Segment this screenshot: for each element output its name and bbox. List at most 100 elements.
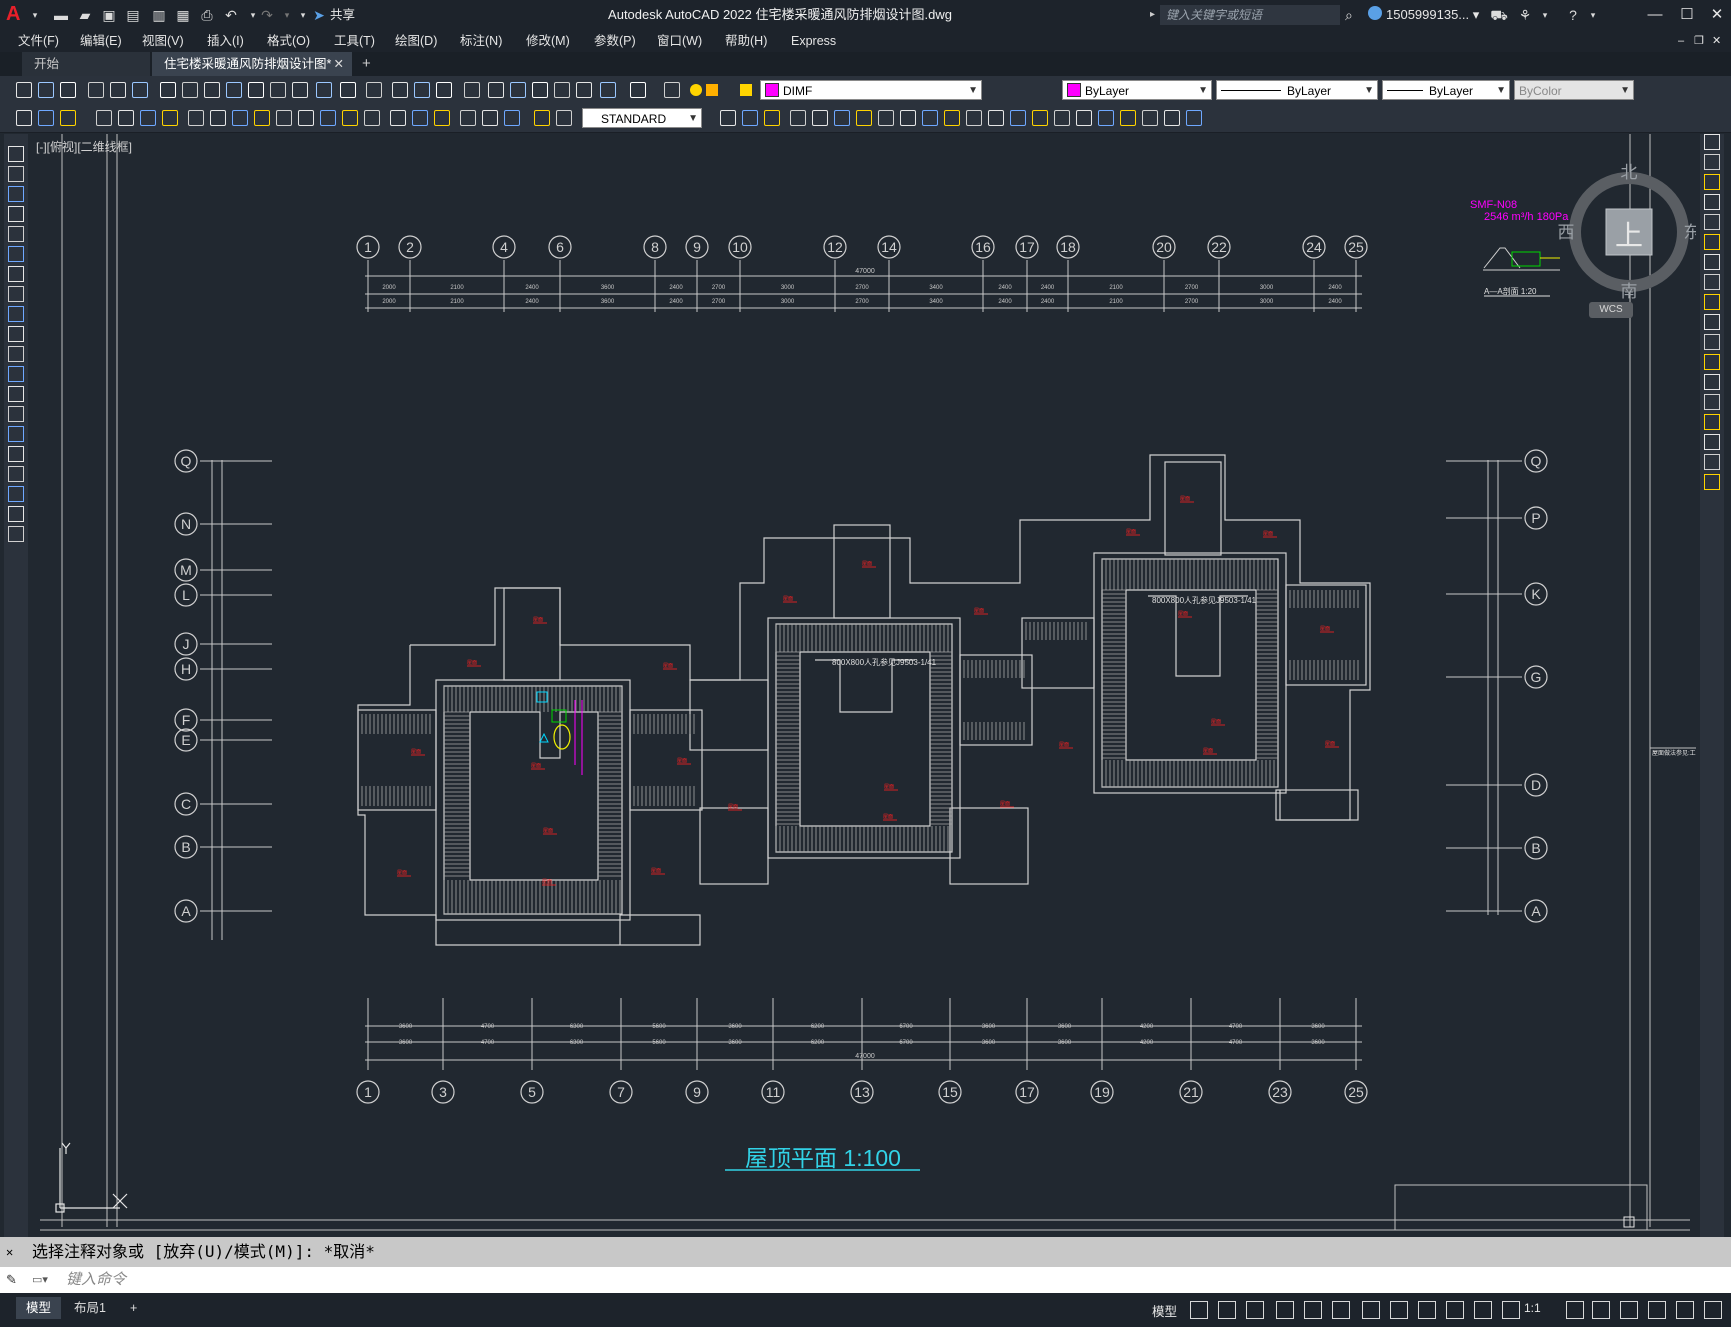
chamfer-icon[interactable] [1704, 414, 1720, 430]
autodesk-app-icon[interactable]: ⚘ [1516, 5, 1534, 25]
layer-iso-icon[interactable] [664, 82, 680, 98]
new-file-icon[interactable]: ▬ [52, 5, 70, 25]
measure-icon[interactable] [1142, 110, 1158, 126]
undo-icon[interactable]: ↶ [222, 5, 240, 25]
share-icon[interactable]: ➤ [310, 5, 328, 25]
redo-icon[interactable] [292, 82, 308, 98]
erase-icon[interactable] [1704, 134, 1720, 150]
dim-space-icon[interactable] [276, 110, 292, 126]
line-icon[interactable] [8, 146, 24, 162]
draw-order-icon[interactable] [1054, 110, 1070, 126]
layer-select[interactable]: DIMF ▼ [760, 80, 982, 100]
open-icon[interactable] [38, 82, 54, 98]
dim-continue-icon[interactable] [254, 110, 270, 126]
ungroup-icon[interactable] [1032, 110, 1048, 126]
dim-jogged-icon[interactable] [140, 110, 156, 126]
trim-icon[interactable] [856, 110, 872, 126]
fillet-icon[interactable] [966, 110, 982, 126]
mirror-icon[interactable] [1704, 174, 1720, 190]
menu-help[interactable]: 帮助(H) [725, 30, 767, 52]
layer-state-icon[interactable] [600, 82, 616, 98]
hardware-acceleration-icon[interactable] [1648, 1301, 1666, 1319]
command-close-icon[interactable]: ✕ [6, 1237, 13, 1267]
viewcube-south[interactable]: 南 [1621, 282, 1638, 301]
insert-block-icon[interactable] [8, 366, 24, 382]
walk-icon[interactable] [1098, 110, 1114, 126]
web-save-icon[interactable]: ▦ [174, 5, 192, 25]
grid-icon[interactable] [1190, 1301, 1208, 1319]
move-icon[interactable] [1704, 234, 1720, 250]
doc-minimize-button[interactable]: – [1678, 30, 1684, 52]
copy-icon[interactable] [534, 110, 550, 126]
offset-icon[interactable] [1704, 194, 1720, 210]
layout1-tab[interactable]: 布局1 [64, 1297, 116, 1319]
undo-icon[interactable] [270, 82, 286, 98]
tolerance-icon[interactable] [320, 110, 336, 126]
paste-icon[interactable] [204, 82, 220, 98]
menu-parametric[interactable]: 参数(P) [594, 30, 636, 52]
fillet-icon[interactable] [1704, 434, 1720, 450]
open-file-icon[interactable]: ▰ [76, 5, 94, 25]
viewcube-east[interactable]: 东 [1684, 223, 1697, 242]
markup-icon[interactable] [510, 82, 526, 98]
autocad-logo-icon[interactable]: A [6, 3, 28, 25]
object-snap-tracking-icon[interactable] [1362, 1301, 1380, 1319]
scale-icon[interactable] [812, 110, 828, 126]
view-icon[interactable] [1186, 110, 1202, 126]
menu-edit[interactable]: 编辑(E) [80, 30, 122, 52]
multiline-text-icon[interactable] [8, 506, 24, 522]
app-dropdown-icon[interactable]: ▾ [1536, 5, 1554, 25]
array-icon[interactable] [1704, 214, 1720, 230]
quick-dim-icon[interactable] [210, 110, 226, 126]
zoom-previous-icon[interactable] [392, 82, 408, 98]
center-mark-icon[interactable] [342, 110, 358, 126]
copy-object-icon[interactable] [1704, 154, 1720, 170]
dim-diameter-icon[interactable] [162, 110, 178, 126]
layer-lock-icon[interactable] [740, 84, 752, 96]
zoom-realtime-icon[interactable] [340, 82, 356, 98]
arc-icon[interactable] [8, 246, 24, 262]
break-at-point-icon[interactable] [1704, 354, 1720, 370]
menu-tools[interactable]: 工具(T) [334, 30, 375, 52]
command-recent-icon[interactable]: ▭▾ [32, 1267, 48, 1293]
dim-baseline-icon[interactable] [232, 110, 248, 126]
region-icon[interactable] [8, 466, 24, 482]
layer-properties-icon[interactable] [576, 82, 592, 98]
roof-plan-drawing[interactable]: 1 2 4 6 8 9 10 12 14 16 17 18 20 22 24 25 1 3 5 7 9 11 13 15 17… [30, 134, 1696, 1237]
command-customize-icon[interactable]: ✎ [6, 1267, 17, 1293]
gradient-icon[interactable] [8, 446, 24, 462]
viewport-controls[interactable]: [-][俯视][二维线框] [36, 138, 132, 155]
extend-icon[interactable] [878, 110, 894, 126]
erase-icon[interactable] [504, 110, 520, 126]
viewcube-face[interactable]: 上 [1615, 220, 1643, 251]
transparency-icon[interactable] [1446, 1301, 1464, 1319]
save-icon[interactable]: ▣ [100, 5, 118, 25]
redo-icon[interactable]: ↷ [258, 5, 276, 25]
help-dropdown-icon[interactable]: ▾ [1584, 5, 1602, 25]
command-input[interactable]: 键入命令 [66, 1267, 126, 1293]
model-layout-tab[interactable]: 模型 [16, 1297, 62, 1319]
tab-start[interactable]: 开始 [22, 52, 150, 76]
menu-view[interactable]: 视图(V) [142, 30, 184, 52]
polar-icon[interactable] [1304, 1301, 1322, 1319]
dim-aligned-icon[interactable] [38, 110, 54, 126]
join-icon[interactable] [922, 110, 938, 126]
menu-express[interactable]: Express [791, 30, 836, 52]
blend-icon[interactable] [1704, 454, 1720, 470]
plotstyle-select[interactable]: ByColor ▼ [1514, 80, 1634, 100]
web-open-icon[interactable]: ▥ [150, 5, 168, 25]
spline-icon[interactable] [8, 306, 24, 322]
match-icon[interactable] [226, 82, 242, 98]
move-icon[interactable] [764, 110, 780, 126]
user-icon[interactable] [1368, 6, 1382, 20]
dim-style-icon[interactable] [482, 110, 498, 126]
plot-icon[interactable] [88, 82, 104, 98]
polyline-icon[interactable] [8, 186, 24, 202]
properties-icon[interactable] [414, 82, 430, 98]
viewcube[interactable]: 上 北 南 东 西 [1554, 154, 1697, 304]
menu-file[interactable]: 文件(F) [18, 30, 59, 52]
isodraft-icon[interactable] [1332, 1301, 1350, 1319]
tab-close-icon[interactable]: ✕ [334, 52, 344, 76]
construction-line-icon[interactable] [8, 166, 24, 182]
point-icon[interactable] [8, 406, 24, 422]
